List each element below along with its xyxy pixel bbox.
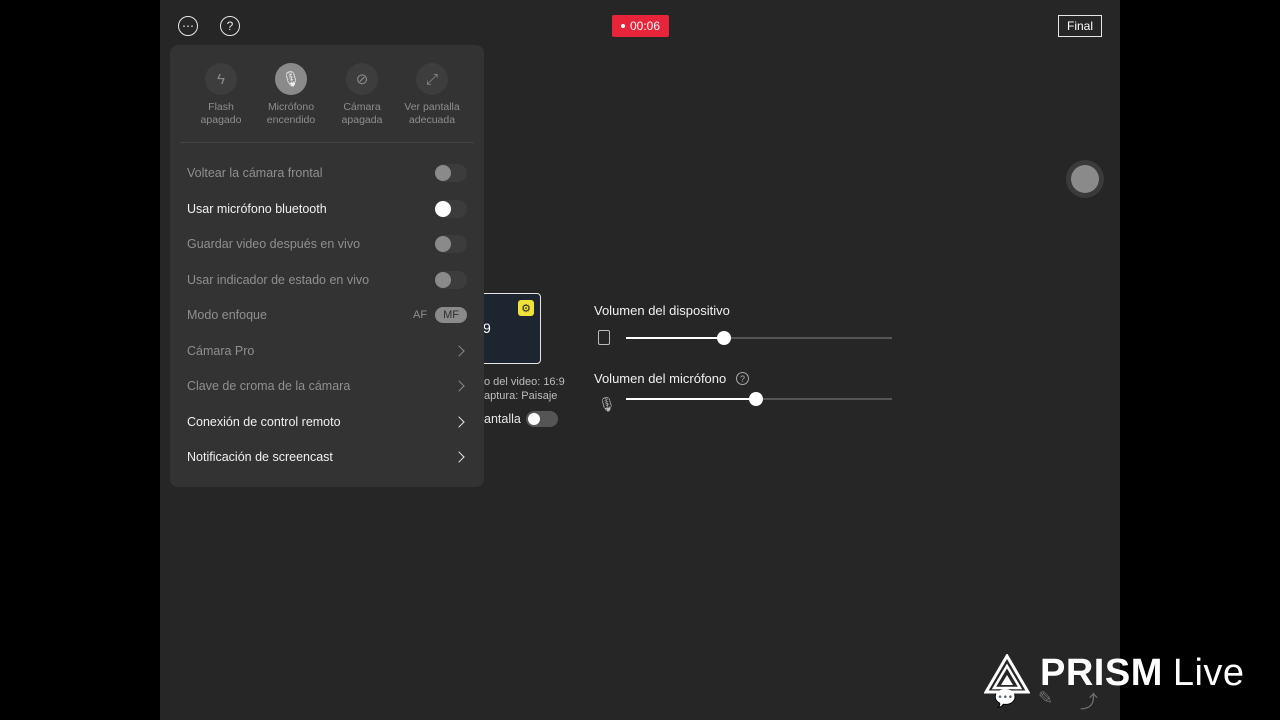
device-volume-title: Volumen del dispositivo: [594, 303, 730, 318]
row-bluetooth-mic[interactable]: Usar micrófono bluetooth: [187, 199, 467, 219]
chevron-right-icon: [453, 451, 465, 463]
mic-volume-help-icon[interactable]: ?: [736, 372, 749, 385]
device-volume-slider[interactable]: [626, 331, 892, 345]
quick-action-label: Flash: [208, 101, 234, 113]
row-label: Clave de croma de la cámara: [187, 379, 351, 393]
screen-toggle-label: antalla: [484, 412, 521, 426]
save-video-toggle[interactable]: [435, 235, 467, 253]
live-indicator-toggle[interactable]: [435, 271, 467, 289]
focus-af-option[interactable]: AF: [411, 307, 429, 323]
prism-logo-icon: [984, 653, 1030, 693]
camera-off-icon: ⊘: [346, 63, 378, 95]
capture-orientation-text: aptura: Paisaje: [484, 390, 558, 402]
recording-time: 00:06: [629, 19, 661, 33]
bluetooth-mic-toggle[interactable]: [435, 200, 467, 218]
fit-screen-icon: ⤢: [416, 63, 448, 95]
phone-icon: [598, 330, 610, 345]
row-label: Usar micrófono bluetooth: [187, 202, 327, 216]
mic-volume-title: Volumen del micrófono: [594, 371, 727, 386]
quick-action-label: encendido: [266, 113, 316, 126]
row-screencast-notification[interactable]: Notificación de screencast: [187, 447, 467, 467]
quick-action-label: apagado: [200, 113, 242, 126]
quick-action-label: Cámara: [343, 101, 381, 113]
screen-toggle[interactable]: [526, 411, 558, 427]
row-live-indicator[interactable]: Usar indicador de estado en vivo: [187, 270, 467, 290]
flip-front-camera-toggle[interactable]: [435, 164, 467, 182]
quick-action-label: Ver pantalla: [404, 101, 460, 113]
video-ratio-text: o del video: 16:9: [484, 376, 565, 388]
row-label: Voltear la cámara frontal: [187, 166, 323, 180]
panel-divider: [180, 142, 474, 143]
row-label: Modo enfoque: [187, 308, 267, 322]
shutter-button[interactable]: [1066, 160, 1104, 198]
brand-suffix: Live: [1172, 652, 1245, 694]
gear-icon[interactable]: ⚙: [518, 300, 534, 316]
quick-action-camera[interactable]: ⊘ Cámara apagada: [327, 63, 397, 126]
row-remote-control[interactable]: Conexión de control remoto: [187, 412, 467, 432]
row-chroma-key[interactable]: Clave de croma de la cámara: [187, 376, 467, 396]
row-save-video[interactable]: Guardar video después en vivo: [187, 234, 467, 254]
quick-action-label: apagada: [341, 113, 383, 126]
row-focus-mode: Modo enfoque AF MF: [187, 305, 467, 325]
chevron-right-icon: [453, 345, 465, 357]
preview-number: 9: [483, 320, 491, 336]
row-camera-pro[interactable]: Cámara Pro: [187, 341, 467, 361]
quick-action-label: adecuada: [408, 113, 456, 126]
settings-panel: ϟ Flash apagado 🎙 Micrófono encendido ⊘ Cá…: [170, 45, 484, 487]
brand-name: PRISM: [1040, 652, 1163, 694]
row-label: Guardar video después en vivo: [187, 237, 361, 251]
focus-mf-option[interactable]: MF: [435, 307, 467, 323]
focus-mode-segmented[interactable]: AF MF: [411, 307, 467, 323]
row-flip-front-camera[interactable]: Voltear la cámara frontal: [187, 163, 467, 183]
mic-volume-slider[interactable]: [626, 392, 892, 406]
recording-timer: 00:06: [612, 15, 669, 37]
chevron-right-icon: [453, 380, 465, 392]
microphone-icon: 🎙: [275, 63, 307, 95]
row-label: Cámara Pro: [187, 344, 255, 358]
more-options-icon[interactable]: ⋯: [178, 16, 198, 36]
quick-action-flash[interactable]: ϟ Flash apagado: [186, 63, 256, 126]
row-label: Usar indicador de estado en vivo: [187, 273, 370, 287]
row-label: Notificación de screencast: [187, 450, 333, 464]
row-label: Conexión de control remoto: [187, 415, 341, 429]
flash-off-icon: ϟ: [205, 63, 237, 95]
quick-action-microphone[interactable]: 🎙 Micrófono encendido: [256, 63, 326, 126]
prism-live-watermark: PRISM Live: [984, 652, 1245, 695]
final-button[interactable]: Final: [1058, 15, 1102, 37]
chevron-right-icon: [453, 416, 465, 428]
bluetooth-mic-icon: 🎙: [598, 396, 616, 412]
recording-dot-icon: [620, 24, 625, 28]
quick-action-fit-screen[interactable]: ⤢ Ver pantalla adecuada: [397, 63, 467, 126]
help-icon[interactable]: ?: [220, 16, 240, 36]
quick-action-label: Micrófono: [267, 101, 315, 113]
